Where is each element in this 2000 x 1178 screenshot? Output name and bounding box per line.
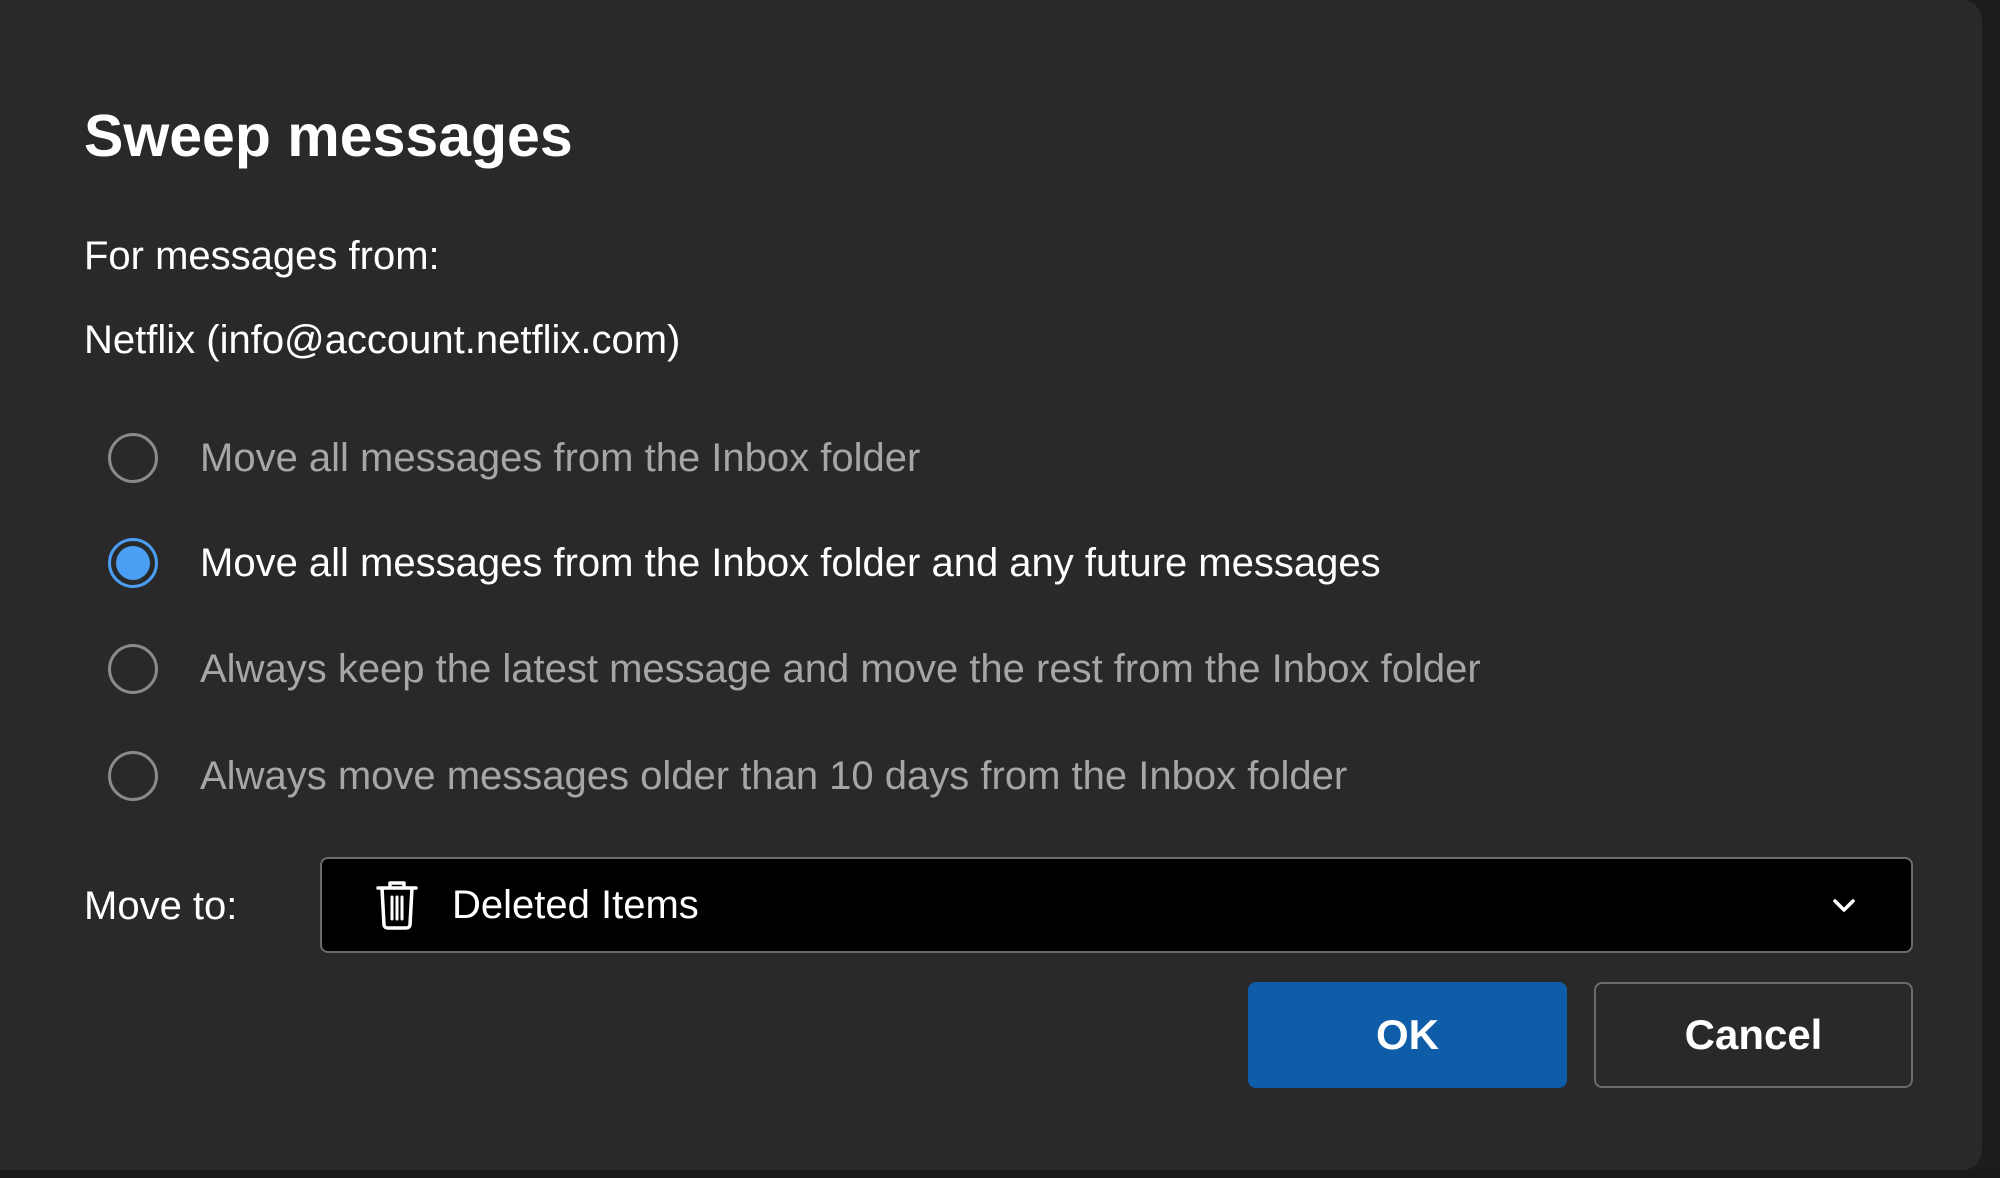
option-label: Always move messages older than 10 days … [200, 753, 1348, 798]
option-move-all-and-future[interactable]: Move all messages from the Inbox folder … [108, 533, 1381, 593]
option-label: Move all messages from the Inbox folder … [200, 540, 1381, 585]
radio-button[interactable] [108, 644, 158, 694]
dropdown-selected-value: Deleted Items [452, 882, 699, 927]
move-to-label: Move to: [84, 884, 238, 928]
radio-button[interactable] [108, 433, 158, 483]
radio-button-selected[interactable] [108, 538, 158, 588]
option-move-all[interactable]: Move all messages from the Inbox folder [108, 428, 920, 488]
option-keep-latest[interactable]: Always keep the latest message and move … [108, 639, 1481, 699]
sweep-dialog: Sweep messages For messages from: Netfli… [0, 0, 1982, 1170]
dialog-title: Sweep messages [84, 103, 573, 169]
option-older-than-10-days[interactable]: Always move messages older than 10 days … [108, 746, 1347, 806]
radio-button[interactable] [108, 751, 158, 801]
ok-button[interactable]: OK [1248, 982, 1567, 1088]
chevron-down-icon [1833, 899, 1855, 912]
option-label: Always keep the latest message and move … [200, 646, 1481, 691]
sender-address: Netflix (info@account.netflix.com) [84, 318, 681, 362]
option-label: Move all messages from the Inbox folder [200, 435, 921, 480]
move-to-dropdown[interactable]: Deleted Items [320, 857, 1913, 953]
cancel-button[interactable]: Cancel [1594, 982, 1913, 1088]
background-strip [0, 1170, 2000, 1178]
trash-icon [372, 878, 422, 932]
messages-from-label: For messages from: [84, 234, 440, 278]
radio-dot [116, 546, 150, 580]
